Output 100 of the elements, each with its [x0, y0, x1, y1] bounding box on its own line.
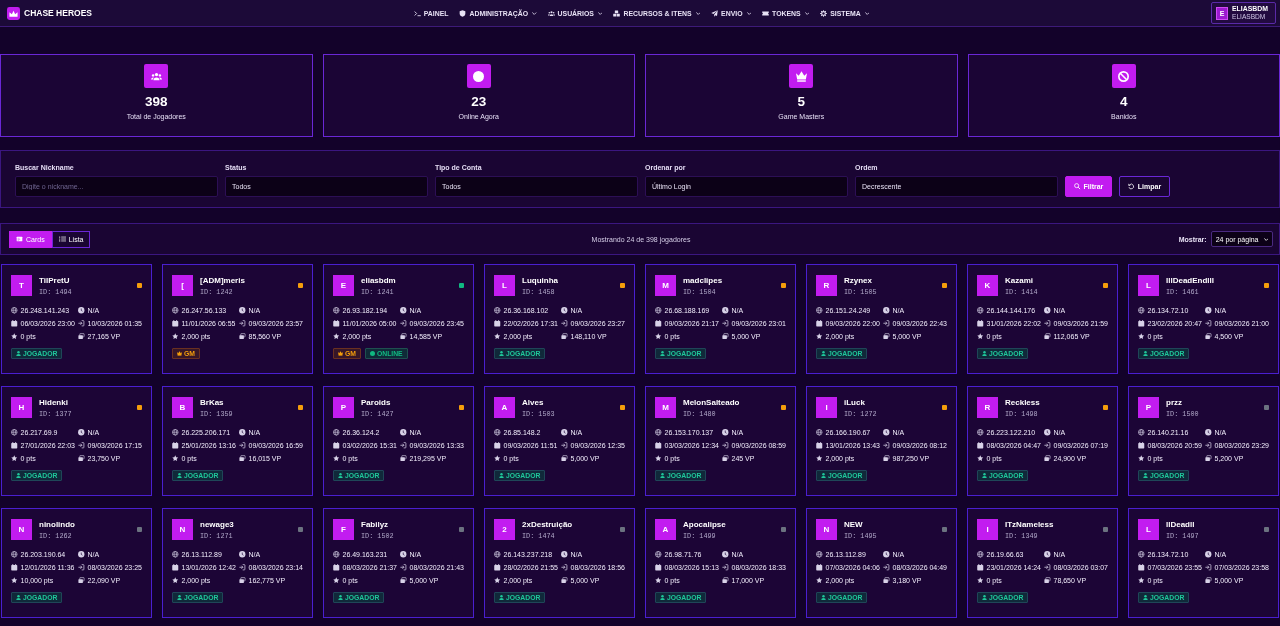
money-icon [1205, 577, 1212, 584]
player-name: [ADM]meris [200, 275, 245, 285]
globe-icon [172, 429, 179, 436]
star-icon [655, 333, 662, 340]
login-icon [1044, 442, 1051, 449]
globe-icon [494, 551, 501, 558]
star-icon [494, 333, 501, 340]
player-name: Apocalipse [683, 519, 726, 529]
calendar-icon [172, 320, 179, 327]
star-icon [816, 577, 823, 584]
avatar: N [172, 519, 193, 540]
globe-icon [11, 429, 18, 436]
avatar: B [172, 397, 193, 418]
clock-icon [78, 551, 85, 558]
stat-value: 23 [471, 94, 487, 109]
login-icon [400, 320, 407, 327]
star-icon [11, 455, 18, 462]
calendar-icon [1138, 320, 1145, 327]
star-icon [172, 333, 179, 340]
money-icon [78, 333, 85, 340]
login-icon [722, 320, 729, 327]
globe-icon [977, 429, 984, 436]
calendar-icon [333, 320, 340, 327]
clock-icon [883, 551, 890, 558]
globe-icon [977, 551, 984, 558]
money-icon [1044, 577, 1051, 584]
player-name: ninolindo [39, 519, 75, 529]
login-icon [561, 564, 568, 571]
logo-icon [7, 6, 20, 20]
login-icon [1205, 442, 1212, 449]
avatar: M [655, 397, 676, 418]
calendar-icon [1138, 564, 1145, 571]
calendar-icon [333, 564, 340, 571]
avatar: L [1138, 519, 1159, 540]
money-icon [1205, 333, 1212, 340]
globe-icon [655, 551, 662, 558]
avatar: T [11, 275, 32, 296]
calendar-icon [494, 320, 501, 327]
login-icon [78, 564, 85, 571]
star-icon [655, 577, 662, 584]
user-icon [1143, 595, 1148, 600]
user-icon [1143, 351, 1148, 356]
user-icon [982, 351, 987, 356]
globe-icon [333, 429, 340, 436]
avatar: R [977, 397, 998, 418]
paper-plane-icon [711, 9, 719, 17]
avatar: L [494, 275, 515, 296]
money-icon [883, 577, 890, 584]
globe-icon [494, 429, 501, 436]
star-icon [816, 333, 823, 340]
clock-icon [400, 307, 407, 314]
money-icon [1205, 455, 1212, 462]
clock-icon [1044, 307, 1051, 314]
user-icon [1143, 473, 1148, 478]
avatar: E [333, 275, 354, 296]
star-icon [172, 455, 179, 462]
login-icon [722, 564, 729, 571]
globe-icon [1138, 429, 1145, 436]
calendar-icon [816, 564, 823, 571]
calendar-icon [11, 442, 18, 449]
star-icon [333, 455, 340, 462]
calendar-icon [816, 320, 823, 327]
globe-icon [1138, 307, 1145, 314]
star-icon [977, 455, 984, 462]
stat-value: 5 [797, 94, 805, 109]
calendar-icon [1138, 442, 1145, 449]
stat-value: 4 [1120, 94, 1128, 109]
login-icon [722, 442, 729, 449]
clock-icon [239, 429, 246, 436]
star-icon [977, 577, 984, 584]
globe-icon [816, 307, 823, 314]
clock-icon [78, 429, 85, 436]
star-icon [655, 455, 662, 462]
avatar: K [977, 275, 998, 296]
money-icon [400, 577, 407, 584]
login-icon [1205, 564, 1212, 571]
avatar: [ [172, 275, 193, 296]
settings-icon [820, 9, 828, 17]
player-name: Alves [522, 397, 545, 407]
star-icon [977, 333, 984, 340]
money-icon [561, 577, 568, 584]
player-name: Rzynex [844, 275, 873, 285]
money-icon [78, 455, 85, 462]
money-icon [883, 455, 890, 462]
money-icon [400, 455, 407, 462]
money-icon [239, 455, 246, 462]
clock-icon [722, 307, 729, 314]
calendar-icon [655, 320, 662, 327]
player-name: eliasbdm [361, 275, 396, 285]
caret-icon [695, 11, 701, 15]
calendar-icon [11, 320, 18, 327]
calendar-icon [977, 442, 984, 449]
money-icon [722, 577, 729, 584]
player-name: BrKas [200, 397, 225, 407]
user-icon [660, 473, 665, 478]
player-name: NEW [844, 519, 864, 529]
calendar-icon [494, 564, 501, 571]
clock-icon [1044, 429, 1051, 436]
player-name: ITzNameless [1005, 519, 1054, 529]
clock-icon [883, 307, 890, 314]
